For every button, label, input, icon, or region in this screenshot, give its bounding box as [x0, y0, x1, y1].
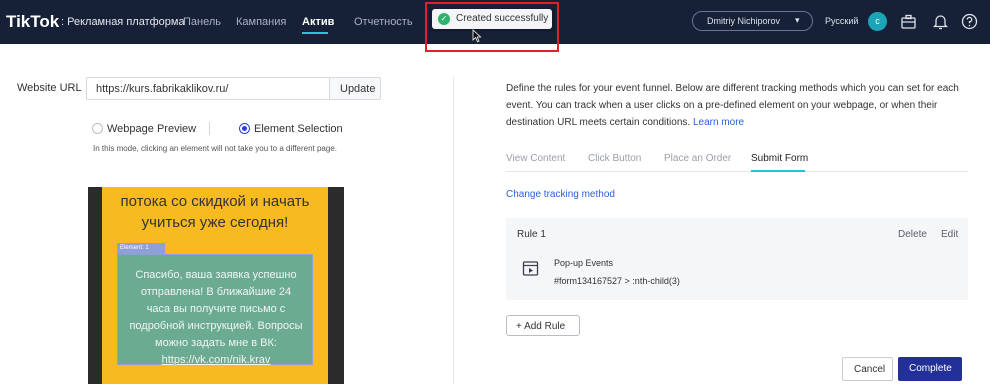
tab-place-order[interactable]: Place an Order: [664, 153, 731, 164]
webpage-preview-radio[interactable]: [92, 123, 103, 134]
language-switch[interactable]: Русский: [825, 16, 858, 26]
chevron-down-icon: ▾: [795, 15, 800, 25]
mode-note: In this mode, clicking an element will n…: [93, 144, 337, 153]
tab-submit-form[interactable]: Submit Form: [751, 153, 808, 164]
preview-heading: потока со скидкой и начать учиться уже с…: [102, 187, 328, 233]
account-name: Dmitriy Nichiporov: [707, 16, 781, 26]
highlight-annotation-box: [425, 2, 559, 52]
add-rule-button[interactable]: + Add Rule: [506, 315, 580, 336]
briefcase-icon[interactable]: [900, 13, 917, 30]
complete-button[interactable]: Complete: [898, 357, 962, 381]
selected-element-text: Спасибо, ваша заявка успешно отправлена!…: [118, 267, 314, 369]
learn-more-link[interactable]: Learn more: [693, 117, 744, 128]
element-selection-radio[interactable]: [239, 123, 250, 134]
update-button[interactable]: Update: [329, 77, 381, 100]
element-text-line-2: отправлена! В ближайшие 24: [140, 286, 292, 298]
platform-name: : Рекламная платформа: [61, 16, 185, 28]
nav-item-assets[interactable]: Актив: [302, 16, 334, 28]
webpage-preview-frame[interactable]: потока со скидкой и начать учиться уже с…: [88, 187, 344, 384]
bell-icon[interactable]: [932, 13, 949, 30]
element-tag: Element: 1: [117, 243, 165, 254]
preview-heading-line-1: потока со скидкой и начать: [120, 193, 310, 210]
website-url-label: Website URL: [17, 82, 82, 94]
rule-type: Pop-up Events: [554, 258, 614, 268]
mouse-cursor-icon: [472, 29, 482, 43]
change-tracking-method-link[interactable]: Change tracking method: [506, 189, 615, 200]
nav-item-panel[interactable]: Панель: [183, 16, 221, 28]
element-selection-label[interactable]: Element Selection: [254, 123, 343, 135]
help-icon[interactable]: [961, 13, 978, 30]
intro-text: Define the rules for your event funnel. …: [506, 80, 966, 131]
element-text-line-4: подробной инструкцией. Вопросы: [129, 320, 303, 332]
preview-heading-line-2: учиться уже сегодня!: [141, 214, 289, 231]
edit-rule-link[interactable]: Edit: [941, 229, 958, 240]
complete-button-label: Complete: [909, 363, 952, 374]
website-url-value: https://kurs.fabrikaklikov.ru/: [96, 83, 229, 95]
radio-separator: [209, 122, 210, 135]
nav-item-campaign[interactable]: Кампания: [236, 16, 286, 28]
element-text-line-1: Спасибо, ваша заявка успешно: [135, 269, 297, 281]
tab-view-content[interactable]: View Content: [506, 153, 565, 164]
tab-click-button[interactable]: Click Button: [588, 153, 641, 164]
webpage-preview-label[interactable]: Webpage Preview: [107, 123, 196, 135]
account-dropdown[interactable]: Dmitriy Nichiporov ▾: [692, 11, 813, 31]
update-button-label: Update: [340, 83, 376, 95]
delete-rule-link[interactable]: Delete: [898, 229, 927, 240]
element-text-line-3: часа вы получите письмо с: [146, 303, 286, 315]
rule-card: Rule 1 Delete Edit Pop-up Events #form13…: [506, 218, 968, 300]
preview-page: потока со скидкой и начать учиться уже с…: [102, 187, 328, 384]
vk-link[interactable]: https://vk.com/nik.krav: [118, 352, 314, 369]
tiktok-logo[interactable]: TikTok: [6, 12, 59, 32]
nav-active-indicator: [302, 32, 328, 34]
cancel-button[interactable]: Cancel: [842, 357, 893, 381]
popup-window-icon: [522, 261, 539, 276]
cancel-button-label: Cancel: [854, 364, 886, 375]
tab-active-indicator: [751, 170, 805, 172]
panel-divider: [453, 77, 454, 384]
rule-title: Rule 1: [517, 229, 546, 240]
add-rule-label: + Add Rule: [516, 321, 566, 332]
element-text-line-5: можно задать мне в ВК:: [155, 337, 277, 349]
website-url-input[interactable]: https://kurs.fabrikaklikov.ru/: [86, 77, 330, 100]
avatar[interactable]: c: [868, 12, 887, 31]
rule-selector: #form134167527 > :nth-child(3): [554, 276, 680, 286]
selected-element[interactable]: Спасибо, ваша заявка успешно отправлена!…: [117, 254, 313, 366]
nav-item-reporting[interactable]: Отчетность: [354, 16, 413, 28]
tabs-divider: [506, 171, 968, 172]
